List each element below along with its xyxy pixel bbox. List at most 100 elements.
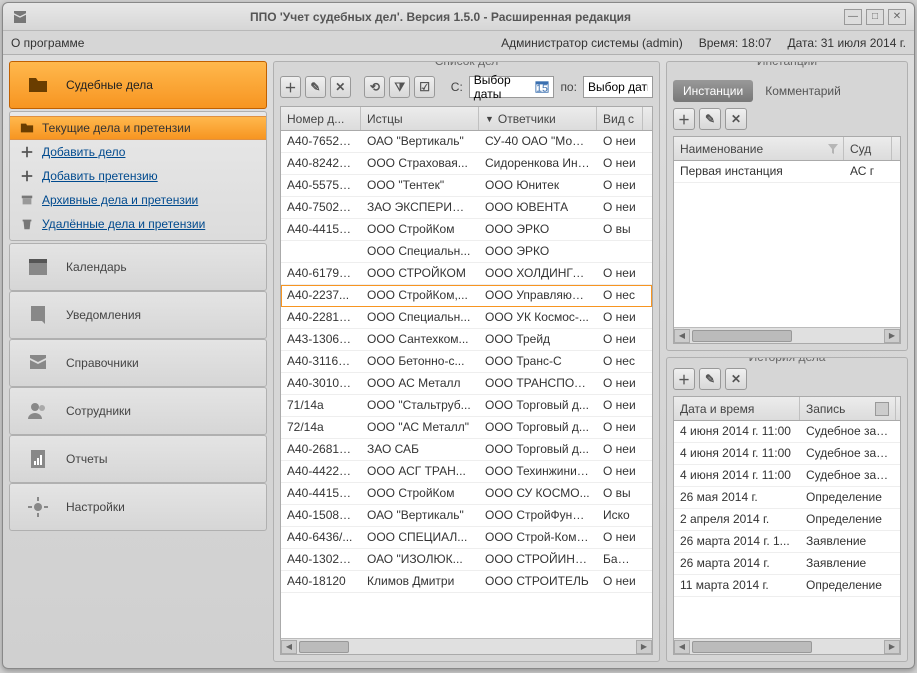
instance-delete-button[interactable]: ✕ — [725, 108, 747, 130]
table-row[interactable]: А40-15088...ОАО "Вертикаль"ООО СтройФунд… — [281, 505, 652, 527]
edit-button[interactable]: ✎ — [305, 76, 326, 98]
table-row[interactable]: А40-44224...ООО АСГ ТРАН...ООО Техинжини… — [281, 461, 652, 483]
date-from-label: С: — [451, 80, 463, 94]
window-buttons: — □ ✕ — [844, 9, 906, 25]
maximize-button[interactable]: □ — [866, 9, 884, 25]
col-defendants[interactable]: ▼Ответчики — [479, 107, 597, 130]
history-panel: История дела ＋ ✎ ✕ Дата и время Запись 4… — [666, 357, 908, 662]
case-list-panel: Список дел ＋ ✎ ✕ ⟲ ⧩ ☑ С: Выбор даты 15 … — [273, 61, 660, 662]
filter-button[interactable]: ⧩ — [389, 76, 410, 98]
close-button[interactable]: ✕ — [888, 9, 906, 25]
instances-title: Инстанции — [749, 61, 825, 68]
col-type[interactable]: Вид с — [597, 107, 643, 130]
sidebar-sub-0[interactable]: Текущие дела и претензии — [10, 116, 266, 140]
horizontal-scrollbar[interactable]: ◀▶ — [281, 638, 652, 654]
history-title: История дела — [741, 357, 834, 364]
svg-text:15: 15 — [537, 82, 549, 94]
table-row[interactable]: А40-26813...ЗАО САБООО Торговый д...О не… — [281, 439, 652, 461]
nav-people[interactable]: Сотрудники — [9, 387, 267, 435]
col-court[interactable]: Суд — [844, 137, 892, 160]
table-row[interactable]: А40-13020...ОАО "ИЗОЛЮК...ООО СТРОЙИНН..… — [281, 549, 652, 571]
calendar-icon: 15 — [535, 80, 549, 94]
instance-add-button[interactable]: ＋ — [673, 108, 695, 130]
delete-button[interactable]: ✕ — [330, 76, 351, 98]
table-row[interactable]: А40-31160...ООО Бетонно-с...ООО Транс-СО… — [281, 351, 652, 373]
col-instance-name[interactable]: Наименование — [674, 137, 844, 160]
app-icon — [11, 8, 29, 26]
history-hscroll[interactable]: ◀▶ — [674, 638, 900, 654]
sidebar-sub-3[interactable]: Архивные дела и претензии — [10, 188, 266, 212]
table-row[interactable]: 4 июня 2014 г. 11:00Судебное заседа — [674, 421, 900, 443]
table-row[interactable]: А40-76521...ОАО "Вертикаль"СУ-40 ОАО "Мо… — [281, 131, 652, 153]
table-row[interactable]: 4 июня 2014 г. 11:00Судебное заседа — [674, 443, 900, 465]
table-row[interactable]: А40-55750...ООО "Тентек"ООО ЮнитекО неи — [281, 175, 652, 197]
sidebar-sub-1[interactable]: Добавить дело — [10, 140, 266, 164]
instances-hscroll[interactable]: ◀▶ — [674, 327, 900, 343]
col-datetime[interactable]: Дата и время — [674, 397, 800, 420]
sidebar: Судебные дела Текущие дела и претензииДо… — [9, 61, 267, 662]
nav-report[interactable]: Отчеты — [9, 435, 267, 483]
nav-book[interactable]: Справочники — [9, 339, 267, 387]
history-delete-button[interactable]: ✕ — [725, 368, 747, 390]
table-row[interactable]: ООО Специальн...ООО ЭРКО — [281, 241, 652, 263]
case-list-toolbar: ＋ ✎ ✕ ⟲ ⧩ ☑ С: Выбор даты 15 по: Выбор д… — [274, 72, 659, 102]
menu-about[interactable]: О программе — [11, 36, 84, 50]
table-row[interactable]: 71/14аООО "Стальтруб...ООО Торговый д...… — [281, 395, 652, 417]
nav-court-cases[interactable]: Судебные дела — [9, 61, 267, 109]
nav-note[interactable]: Уведомления — [9, 291, 267, 339]
table-row[interactable]: А40-75028...ЗАО ЭКСПЕРИМ...ООО ЮВЕНТАО н… — [281, 197, 652, 219]
instance-edit-button[interactable]: ✎ — [699, 108, 721, 130]
tab-instances[interactable]: Инстанции — [673, 80, 753, 102]
history-edit-button[interactable]: ✎ — [699, 368, 721, 390]
table-row[interactable]: А43-13064...ООО Сантехком...ООО ТрейдО н… — [281, 329, 652, 351]
app-window: ППО 'Учет судебных дел'. Версия 1.5.0 - … — [2, 2, 915, 669]
sidebar-sub-4[interactable]: Удалённые дела и претензии — [10, 212, 266, 236]
window-title: ППО 'Учет судебных дел'. Версия 1.5.0 - … — [37, 10, 844, 24]
table-row[interactable]: А40-44156...ООО СтройКомООО СУ КОСМО...О… — [281, 483, 652, 505]
table-row[interactable]: 72/14аООО "АС Металл"ООО Торговый д...О … — [281, 417, 652, 439]
book-icon — [24, 351, 52, 375]
history-table: Дата и время Запись 4 июня 2014 г. 11:00… — [673, 396, 901, 655]
table-row[interactable]: 26 марта 2014 г.Заявление — [674, 553, 900, 575]
column-menu-icon[interactable] — [875, 402, 889, 416]
col-record[interactable]: Запись — [800, 397, 896, 420]
table-row[interactable]: Первая инстанцияАС г — [674, 161, 900, 183]
table-row[interactable]: 26 марта 2014 г. 1...Заявление — [674, 531, 900, 553]
col-case-number[interactable]: Номер д... — [281, 107, 361, 130]
nav-gear[interactable]: Настройки — [9, 483, 267, 531]
table-row[interactable]: 26 мая 2014 г.Определение — [674, 487, 900, 509]
table-row[interactable]: 2 апреля 2014 г.Определение — [674, 509, 900, 531]
trash-icon — [20, 217, 34, 231]
check-button[interactable]: ☑ — [414, 76, 435, 98]
people-icon — [24, 399, 52, 423]
date-to-input[interactable]: Выбор даты — [583, 76, 653, 98]
table-row[interactable]: А40-61790...ООО СТРОЙКОМООО ХОЛДИНГО...О… — [281, 263, 652, 285]
table-row[interactable]: А40-18120Климов ДмитриООО СТРОИТЕЛЬО неи — [281, 571, 652, 593]
table-row[interactable]: А40-30100...ООО АС МеталлООО ТРАНСПОД...… — [281, 373, 652, 395]
gear-icon — [24, 495, 52, 519]
current-user: Администратор системы (admin) — [501, 36, 683, 50]
archive-icon — [20, 193, 34, 207]
minimize-button[interactable]: — — [844, 9, 862, 25]
date-from-input[interactable]: Выбор даты 15 — [469, 76, 555, 98]
add-button[interactable]: ＋ — [280, 76, 301, 98]
table-row[interactable]: 11 марта 2014 г.Определение — [674, 575, 900, 597]
filter-icon[interactable] — [827, 143, 839, 155]
table-row[interactable]: А40-82421...ООО Страховая...Сидоренкова … — [281, 153, 652, 175]
tab-comment[interactable]: Комментарий — [755, 80, 851, 102]
report-icon — [24, 447, 52, 471]
table-row[interactable]: 4 июня 2014 г. 11:00Судебное заседа — [674, 465, 900, 487]
table-row[interactable]: А40-6436/...ООО СПЕЦИАЛ...ООО Строй-Комп… — [281, 527, 652, 549]
table-row[interactable]: А40-44151...ООО СтройКомООО ЭРКОО вы — [281, 219, 652, 241]
col-plaintiffs[interactable]: Истцы — [361, 107, 479, 130]
note-icon — [24, 303, 52, 327]
table-row[interactable]: А40-22813...ООО Специальн...ООО УК Космо… — [281, 307, 652, 329]
sidebar-sub-2[interactable]: Добавить претензию — [10, 164, 266, 188]
nav-calendar[interactable]: Календарь — [9, 243, 267, 291]
current-time: Время: 18:07 — [699, 36, 772, 50]
history-add-button[interactable]: ＋ — [673, 368, 695, 390]
table-row[interactable]: А40-2237...ООО СтройКом,...ООО Управляющ… — [281, 285, 652, 307]
folder-icon — [24, 73, 52, 97]
refresh-button[interactable]: ⟲ — [364, 76, 385, 98]
nav-submenu: Текущие дела и претензииДобавить делоДоб… — [9, 111, 267, 241]
